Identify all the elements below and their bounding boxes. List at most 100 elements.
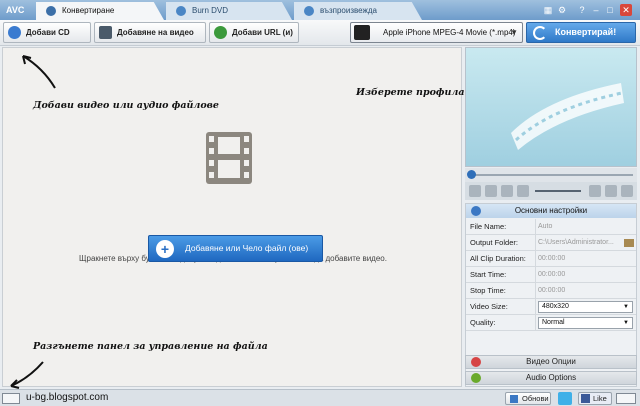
maximize-icon[interactable]: □ [604, 4, 616, 16]
menu-icon[interactable]: ▦ [542, 4, 554, 16]
film-icon [206, 132, 252, 184]
update-button[interactable]: Обнови [505, 392, 551, 405]
effects-icon[interactable] [621, 185, 633, 197]
minimize-icon[interactable]: – [590, 4, 602, 16]
gear-icon[interactable]: ⚙ [556, 4, 568, 16]
row-label: Output Folder: [470, 235, 536, 251]
tab-convert[interactable]: Конвертиране [36, 2, 164, 20]
play-icon [304, 6, 314, 16]
add-url-button[interactable]: Добави URL (и) [209, 22, 299, 43]
row-label: Stop Time: [470, 283, 536, 299]
film-reel-icon [511, 83, 624, 150]
arrow-up-left-icon [22, 55, 56, 89]
facebook-icon [581, 394, 590, 403]
settings-row-file-name: File Name: Auto [466, 219, 636, 235]
trim-icon[interactable] [605, 185, 617, 197]
row-label: All Clip Duration: [470, 251, 536, 267]
row-value[interactable]: C:\Users\Administrator... [538, 235, 614, 251]
convert-label: Конвертирай! [555, 27, 617, 37]
output-profile-select[interactable]: Apple iPhone MPEG-4 Movie (*.mp4) ▼ [350, 22, 523, 43]
volume-icon[interactable] [517, 185, 529, 197]
annotation-panel: Разгънете панел за управление на файла [33, 341, 268, 352]
tab-label: Burn DVD [192, 6, 229, 15]
settings-header[interactable]: Основни настройки [466, 204, 636, 218]
chevron-down-icon: ▼ [510, 28, 518, 37]
player-controls [465, 182, 637, 200]
chevron-down-icon: ▼ [623, 304, 629, 310]
upload-icon [510, 395, 518, 403]
row-value[interactable]: Auto [538, 219, 552, 235]
settings-row-start-time: Start Time: 00:00:00 [466, 267, 636, 283]
volume-slider[interactable] [535, 190, 581, 192]
crop-icon[interactable] [589, 185, 601, 197]
seek-track [471, 174, 633, 176]
settings-row-quality: Quality: Normal ▼ [466, 315, 636, 331]
row-value: 00:00:00 [538, 255, 566, 262]
twitter-icon[interactable] [558, 392, 572, 405]
film-icon [46, 6, 56, 16]
arrow-down-left-icon [10, 361, 44, 389]
convert-button[interactable]: Конвертирай! [526, 22, 636, 43]
row-label: File Name: [470, 219, 536, 235]
app-logo: AVC [6, 5, 25, 15]
seek-handle[interactable] [467, 170, 476, 179]
like-label: Like [593, 394, 607, 403]
refresh-icon [533, 26, 547, 40]
add-url-label: Добави URL (и) [232, 28, 293, 37]
row-label: Quality: [470, 315, 536, 331]
settings-row-duration: All Clip Duration: 00:00:00 [466, 251, 636, 267]
profile-value: Apple iPhone MPEG-4 Movie (*.mp4) [383, 28, 516, 37]
row-label: Start Time: [470, 267, 536, 283]
tab-label: възпроизвежда [320, 6, 378, 15]
profile-icon [354, 25, 370, 40]
video-options-icon [471, 357, 481, 367]
video-add-icon [99, 26, 112, 39]
video-size-select[interactable]: 480x320 ▼ [538, 301, 633, 313]
add-video-button[interactable]: Добавяне на видео (и) [94, 22, 206, 56]
help-icon[interactable]: ? [576, 4, 588, 16]
file-drop-area[interactable]: Добави видео или аудио файлове Щракнете … [2, 47, 462, 389]
settings-row-video-size: Video Size: 480x320 ▼ [466, 299, 636, 315]
add-file-button[interactable]: + Добавяне или Чело файл (ове) [148, 235, 323, 262]
quality-select[interactable]: Normal ▼ [538, 317, 633, 329]
row-value[interactable]: 00:00:00 [538, 283, 565, 299]
settings-row-stop-time: Stop Time: 00:00:00 [466, 283, 636, 299]
update-label: Обнови [522, 394, 549, 403]
expand-right-panel-button[interactable] [616, 393, 636, 404]
stop-icon[interactable] [485, 185, 497, 197]
video-preview [465, 47, 637, 167]
seek-bar[interactable] [465, 168, 637, 182]
settings-title: Основни настройки [514, 206, 588, 215]
video-options-label: Видео Опции [526, 357, 576, 366]
audio-options-button[interactable]: Audio Options [465, 371, 637, 385]
video-options-button[interactable]: Видео Опции [465, 355, 637, 369]
tab-player[interactable]: възпроизвежда [294, 2, 422, 20]
expand-panel-button[interactable] [2, 393, 20, 404]
row-value[interactable]: 00:00:00 [538, 267, 565, 283]
snapshot-icon[interactable] [501, 185, 513, 197]
title-bar: AVC Конвертиране Burn DVD възпроизвежда … [0, 0, 640, 20]
settings-icon [471, 206, 481, 216]
toolbar: Добави CD диск Добавяне на видео (и) Доб… [0, 20, 640, 56]
add-file-label: Добавяне или Чело файл (ове) [185, 243, 309, 253]
facebook-like-button[interactable]: Like [578, 392, 612, 405]
select-value: 480x320 [542, 303, 569, 310]
tab-label: Конвертиране [62, 6, 115, 15]
tab-burn-dvd[interactable]: Burn DVD [166, 2, 292, 20]
annotation-add-files: Добави видео или аудио файлове [33, 100, 219, 111]
cd-icon [8, 26, 21, 39]
select-value: Normal [542, 319, 565, 326]
chevron-down-icon: ▼ [623, 320, 629, 326]
audio-options-icon [471, 373, 481, 383]
plus-icon: + [156, 240, 174, 258]
settings-row-output-folder: Output Folder: C:\Users\Administrator... [466, 235, 636, 251]
play-icon[interactable] [469, 185, 481, 197]
folder-icon[interactable] [624, 239, 634, 247]
close-icon[interactable]: ✕ [620, 4, 632, 16]
dvd-icon [176, 6, 186, 16]
audio-options-label: Audio Options [525, 373, 577, 382]
row-label: Video Size: [470, 299, 536, 315]
status-bar: u-bg.blogspot.com Обнови Like [0, 389, 640, 406]
footer-url: u-bg.blogspot.com [26, 392, 109, 403]
add-cd-button[interactable]: Добави CD диск [3, 22, 91, 56]
